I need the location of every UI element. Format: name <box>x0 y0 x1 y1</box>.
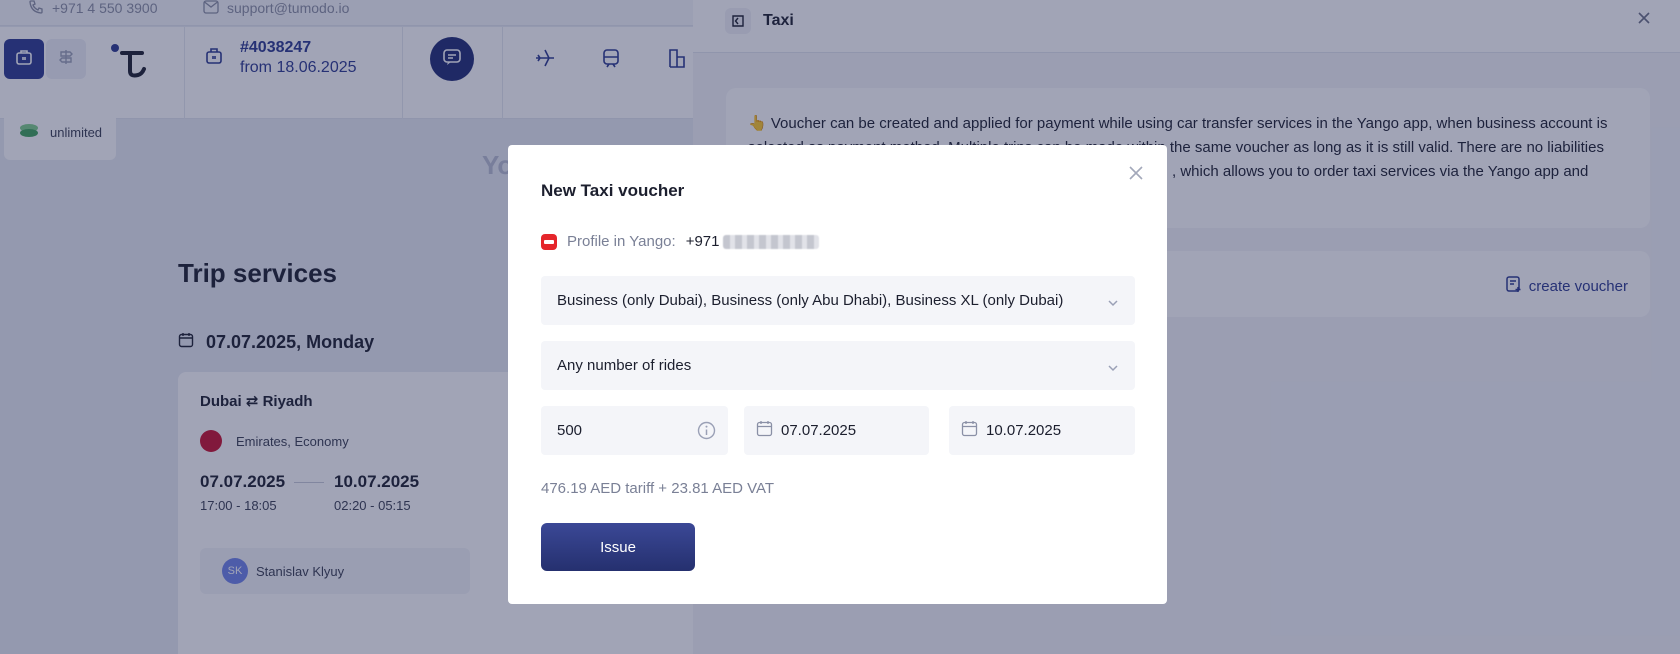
date-from-input[interactable]: 07.07.2025 <box>744 406 929 455</box>
tariff-breakdown: 476.19 AED tariff + 23.81 AED VAT <box>541 480 775 497</box>
redacted-phone <box>723 235 820 250</box>
yango-profile-row: Profile in Yango: +971 <box>541 233 820 250</box>
tariff-select-value: Business (only Dubai), Business (only Ab… <box>557 292 1064 309</box>
chevron-down-icon <box>1107 359 1119 376</box>
modal-close-button[interactable] <box>1126 165 1146 185</box>
rides-select-value: Any number of rides <box>557 357 692 374</box>
tariff-select[interactable]: Business (only Dubai), Business (only Ab… <box>541 276 1135 325</box>
issue-button[interactable]: Issue <box>541 523 695 571</box>
close-icon <box>1128 165 1144 186</box>
modal-title: New Taxi voucher <box>541 181 685 200</box>
amount-input[interactable]: 500 <box>541 406 728 455</box>
profile-phone: +971 <box>686 233 820 250</box>
yango-logo-icon <box>541 233 557 250</box>
new-taxi-voucher-modal: New Taxi voucher Profile in Yango: +971 … <box>508 145 1167 604</box>
info-icon[interactable] <box>697 421 716 444</box>
calendar-icon <box>961 420 978 441</box>
rides-select[interactable]: Any number of rides <box>541 341 1135 390</box>
profile-label: Profile in Yango: <box>567 233 676 250</box>
amount-value: 500 <box>557 422 583 439</box>
date-from-value: 07.07.2025 <box>781 422 857 439</box>
date-to-value: 10.07.2025 <box>986 422 1062 439</box>
calendar-icon <box>756 420 773 441</box>
date-to-input[interactable]: 10.07.2025 <box>949 406 1135 455</box>
chevron-down-icon <box>1107 294 1119 311</box>
